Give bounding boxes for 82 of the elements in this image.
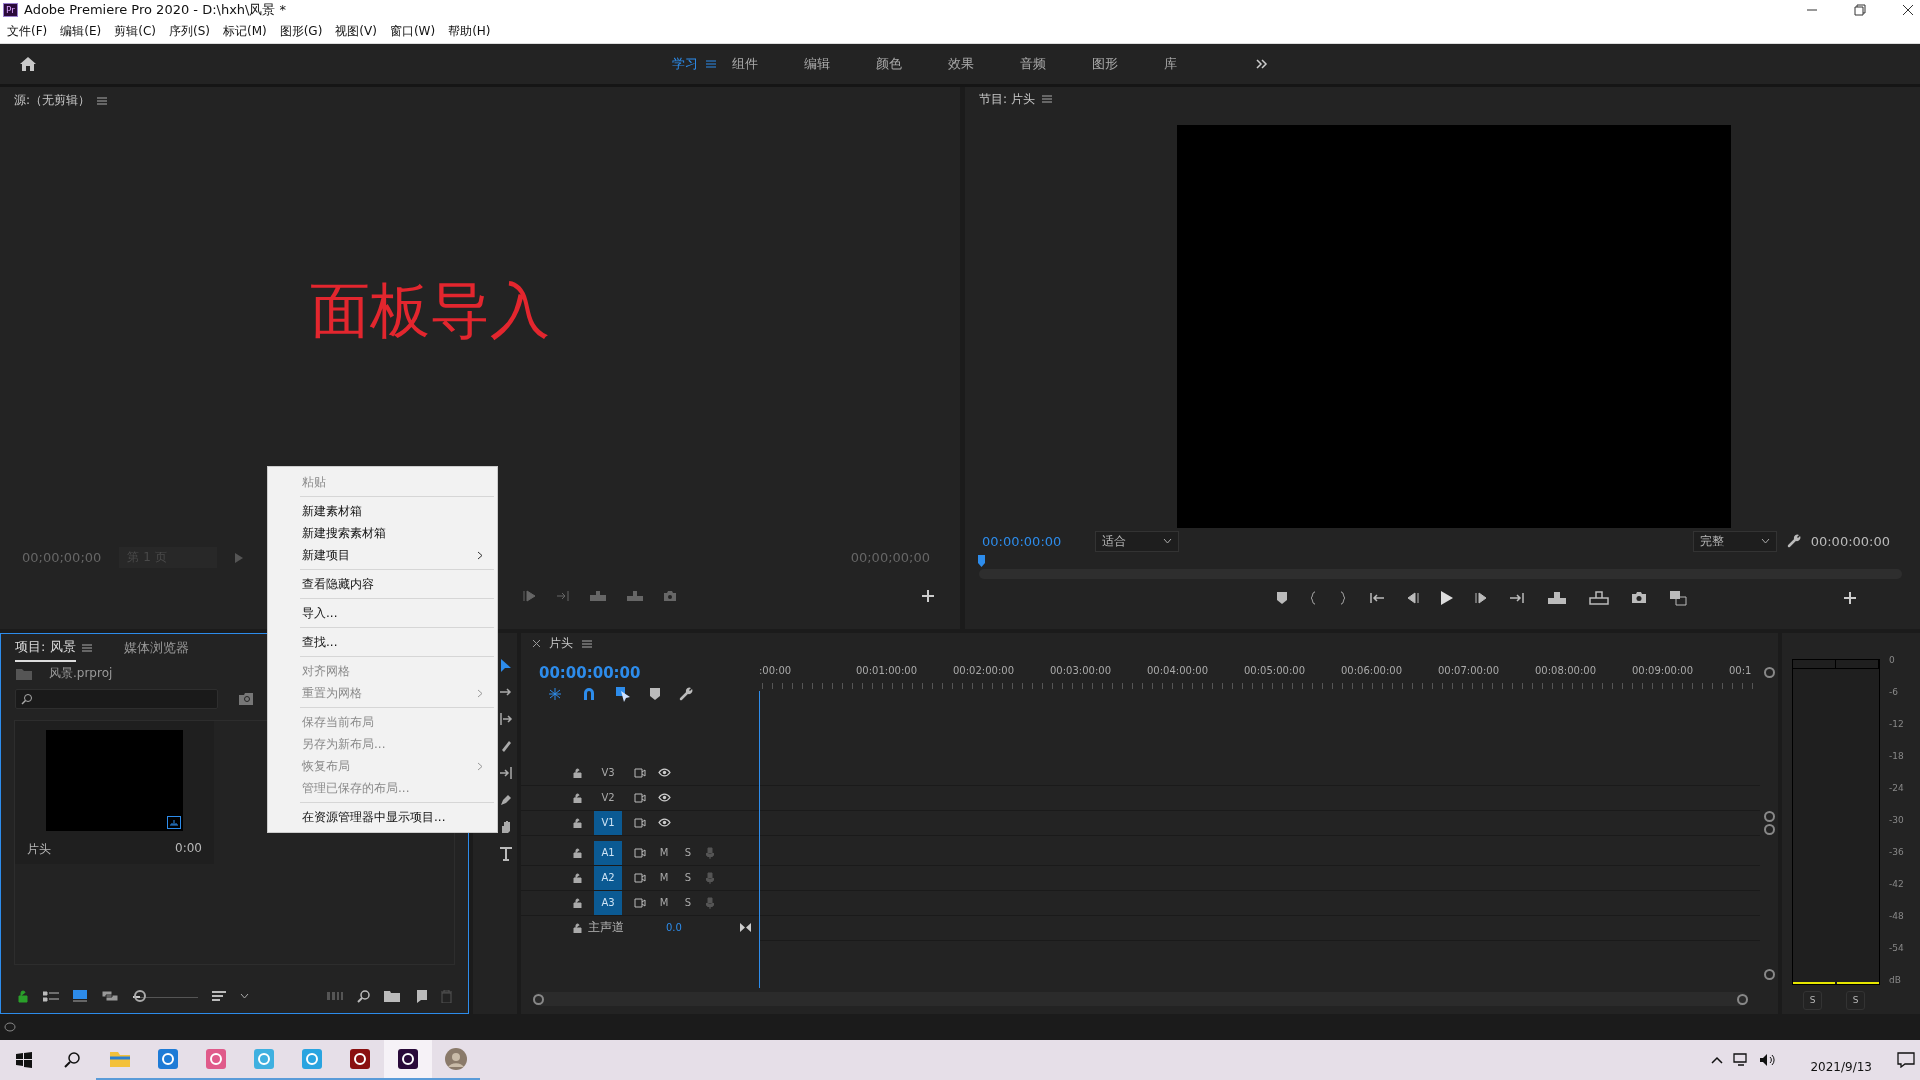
meter-scale-label: -48: [1889, 910, 1904, 921]
ruler-label: 00:08:00:00: [1535, 664, 1597, 676]
mute-button[interactable]: M: [658, 872, 670, 884]
menu-item[interactable]: 查看隐藏内容: [268, 573, 497, 595]
track-target[interactable]: A1: [594, 840, 622, 865]
solo-button[interactable]: S: [1846, 990, 1865, 1010]
ruler-label: :00:00: [759, 664, 793, 676]
ruler-label: 00:07:00:00: [1438, 664, 1500, 676]
panel-tab[interactable]: 项目: 风景: [15, 633, 76, 662]
ruler-label: 00:09:00:00: [1632, 664, 1694, 676]
panel-tab[interactable]: 媒体浏览器: [123, 634, 189, 661]
timecode: 00:00:00:00: [982, 533, 1062, 549]
mute-button[interactable]: M: [658, 847, 670, 859]
meter-scale-label: -42: [1889, 878, 1904, 889]
menu-item[interactable]: 新建搜索素材箱: [268, 522, 497, 544]
meter-scale-label: -18: [1889, 750, 1904, 761]
meter-scale-label: -54: [1889, 942, 1904, 953]
menu-item[interactable]: 在资源管理器中显示项目...: [268, 806, 497, 828]
menu-item[interactable]: 窗口(W): [389, 23, 436, 41]
workspace-tab[interactable]: 图形: [1092, 54, 1164, 73]
ruler-label: 00:03:00:00: [1050, 664, 1112, 676]
workspace-tab[interactable]: 学习: [672, 54, 706, 73]
solo-button[interactable]: S: [682, 872, 694, 884]
timecode: 00;00;00;00: [22, 550, 102, 566]
solo-button[interactable]: S: [682, 897, 694, 909]
menu-item[interactable]: 图形(G): [279, 23, 323, 41]
workspace-tab[interactable]: 效果: [948, 54, 1020, 73]
workspace-tab[interactable]: 组件: [732, 54, 804, 73]
caption-text: 面板导入: [310, 273, 550, 347]
ruler-label: 00:02:00:00: [953, 664, 1015, 676]
ruler-label: 00:01:00:00: [856, 664, 918, 676]
panel-title: 源:（无剪辑）: [14, 92, 91, 110]
project-file-name: 风景.prproj: [49, 665, 113, 683]
meter-scale-label: dB: [1889, 974, 1902, 985]
menu-item[interactable]: 视图(V): [335, 23, 377, 41]
track-target[interactable]: V2: [594, 785, 622, 810]
track-label: 主声道: [588, 919, 624, 937]
menu-item[interactable]: 导入...: [268, 602, 497, 624]
clip-duration: 0:00: [175, 840, 202, 857]
panel-title: 片头: [549, 635, 573, 653]
timecode: 00:00:00:00: [539, 663, 641, 682]
menu-item[interactable]: 帮助(H): [448, 23, 491, 41]
workspace-tab[interactable]: 音频: [1020, 54, 1092, 73]
menu-item[interactable]: 编辑(E): [60, 23, 102, 41]
panel-title: 节目: 片头: [979, 90, 1035, 108]
timecode: 00:00:00:00: [1810, 533, 1890, 549]
menu-item[interactable]: 序列(S): [168, 23, 210, 41]
menu-item[interactable]: 新建素材箱: [268, 500, 497, 522]
workspace-tab[interactable]: 编辑: [804, 54, 876, 73]
menu-item[interactable]: 剪辑(C): [114, 23, 156, 41]
clock-date[interactable]: 2021/9/13: [1810, 1060, 1872, 1074]
volume-value[interactable]: 0.0: [666, 922, 682, 934]
menu-item[interactable]: 文件(F): [7, 23, 48, 41]
track-target[interactable]: V1: [594, 810, 622, 835]
meter-scale-label: -30: [1889, 814, 1904, 825]
menu-item[interactable]: 标记(M): [222, 23, 267, 41]
ruler-label: 00:06:00:00: [1341, 664, 1403, 676]
track-target[interactable]: A3: [594, 890, 622, 915]
ruler-label: 00:1: [1729, 664, 1753, 676]
track-target[interactable]: V3: [594, 760, 622, 785]
meter-scale-label: -12: [1889, 718, 1904, 729]
mute-button[interactable]: M: [658, 897, 670, 909]
timecode: 00;00;00;00: [850, 550, 930, 566]
clip-name: 片头: [27, 840, 51, 858]
clip-card[interactable]: 片头 0:00: [15, 720, 214, 864]
meter-scale-label: 0: [1889, 654, 1896, 665]
ruler-label: 00:04:00:00: [1147, 664, 1209, 676]
menu-item[interactable]: 新建项目: [268, 544, 497, 566]
solo-button[interactable]: S: [1803, 990, 1822, 1010]
workspace-tab[interactable]: 颜色: [876, 54, 948, 73]
workspace-tab[interactable]: 库: [1164, 54, 1236, 73]
zoom-dropdown[interactable]: 适合: [1095, 530, 1180, 552]
meter-scale-label: -24: [1889, 782, 1904, 793]
menu-item[interactable]: 查找...: [268, 631, 497, 653]
track-target[interactable]: A2: [594, 865, 622, 890]
window-title: Adobe Premiere Pro 2020 - D:\hxh\风景 *: [24, 1, 287, 20]
ruler-label: 00:05:00:00: [1244, 664, 1306, 676]
quality-dropdown[interactable]: 完整: [1692, 530, 1777, 552]
solo-button[interactable]: S: [682, 847, 694, 859]
meter-scale-label: -6: [1889, 686, 1899, 697]
meter-scale-label: -36: [1889, 846, 1904, 857]
app-icon: Pr: [3, 3, 18, 18]
